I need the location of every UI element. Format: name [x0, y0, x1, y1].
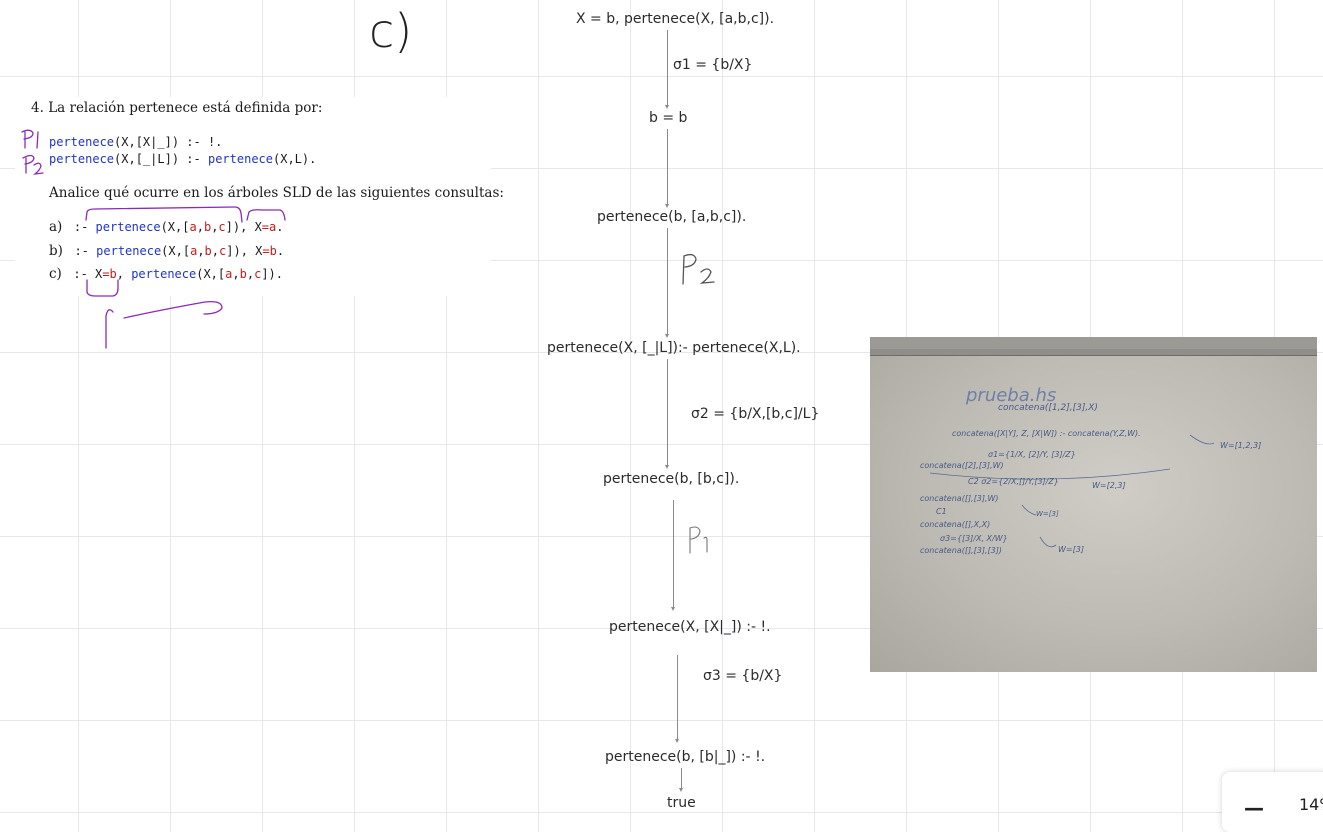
- zoom-out-button[interactable]: —: [1244, 796, 1264, 820]
- tree-node-2: b = b: [649, 110, 688, 126]
- tree-node-5: pertenece(b, [b,c]).: [603, 471, 740, 487]
- tree-node-8: true: [667, 795, 696, 811]
- tree-edge-label-3: σ3 = {b/X}: [703, 668, 783, 684]
- tree-node-6: pertenece(X, [X|_]) :- !.: [609, 619, 771, 635]
- bracket-query-a-eq: [246, 209, 286, 221]
- p1-tree-handwriting: [689, 526, 708, 554]
- tree-edge-2: [665, 129, 669, 208]
- tree-edge-label-2: σ2 = {b/X,[b,c]/L}: [691, 406, 820, 422]
- tree-node-3: pertenece(b, [a,b,c]).: [597, 209, 747, 225]
- bracket-query-c-eq: [86, 279, 119, 297]
- whiteboard-photo[interactable]: prueba.hs concatena([1,2],[3],X) concate…: [870, 337, 1317, 672]
- p1-handwriting: [21, 129, 39, 149]
- bracket-query-a-call: [85, 206, 243, 223]
- p2-handwriting: [22, 154, 44, 175]
- p2-tree-handwriting: [682, 253, 715, 285]
- tree-edge-4: [665, 359, 669, 469]
- tree-edge-label-1: σ1 = {b/X}: [673, 57, 753, 73]
- tree-node-4: pertenece(X, [_|L]):- pertenece(X,L).: [547, 340, 801, 356]
- tree-node-7: pertenece(b, [b|_]) :- !.: [605, 749, 766, 765]
- zoom-level[interactable]: 14%: [1299, 795, 1323, 814]
- tree-node-1: X = b, pertenece(X, [a,b,c]).: [576, 11, 775, 27]
- tree-edge-1: [665, 30, 669, 109]
- zoom-control: — 14%: [1222, 772, 1323, 832]
- tree-edge-7: [679, 768, 683, 792]
- whiteboard-strokes: [929, 434, 1215, 548]
- tree-edge-5: [671, 500, 675, 611]
- tree-edge-6: [675, 655, 679, 743]
- handwritten-arrow: [105, 300, 223, 349]
- tree-edge-3: [665, 228, 669, 338]
- ink-annotations: [21, 129, 286, 349]
